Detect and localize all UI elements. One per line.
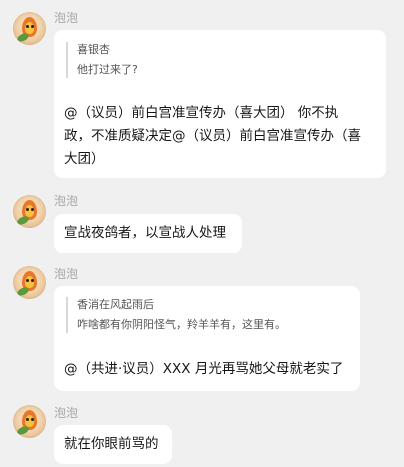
quoted-sender: 香消在风起雨后 [77,298,154,311]
quoted-text: 他打过来了? [77,63,138,76]
message-text-line: @（议员）前白宫准宣传办（喜大团） 你不执 [64,105,339,121]
message-bubble[interactable]: 就在你眼前骂的 [54,425,172,464]
avatar[interactable] [13,195,46,228]
quoted-message[interactable]: 喜银杏 他打过来了? [66,42,138,78]
message-text-line: 宣战夜鸽者，以宣战人处理 [64,225,226,241]
quoted-message[interactable]: 香消在风起雨后 咋啥都有你阴阳怪气，羚羊羊有，这里有。 [66,297,286,333]
message-bubble[interactable]: 宣战夜鸽者，以宣战人处理 [54,214,242,253]
avatar[interactable] [13,12,46,45]
quoted-sender: 喜银杏 [77,43,110,56]
sender-name: 泡泡 [54,406,79,420]
message-bubble[interactable]: 香消在风起雨后 咋啥都有你阴阳怪气，羚羊羊有，这里有。 @（共进·议员）XXX … [54,286,360,391]
message-text-line: 大团） [64,151,105,167]
quoted-text: 咋啥都有你阴阳怪气，羚羊羊有，这里有。 [77,318,286,331]
avatar[interactable] [13,405,46,438]
sender-name: 泡泡 [54,194,79,208]
message-text-line: 就在你眼前骂的 [64,436,159,452]
message-text-line: 政，不准质疑决定@（议员）前白宫准宣传办（喜 [64,128,361,144]
message-text-line: @（共进·议员）XXX 月光再骂她父母就老实了 [64,361,344,377]
sender-name: 泡泡 [54,11,79,25]
sender-name: 泡泡 [54,267,79,281]
message-bubble[interactable]: 喜银杏 他打过来了? @（议员）前白宫准宣传办（喜大团） 你不执 政，不准质疑决… [54,30,386,178]
avatar[interactable] [13,266,46,299]
